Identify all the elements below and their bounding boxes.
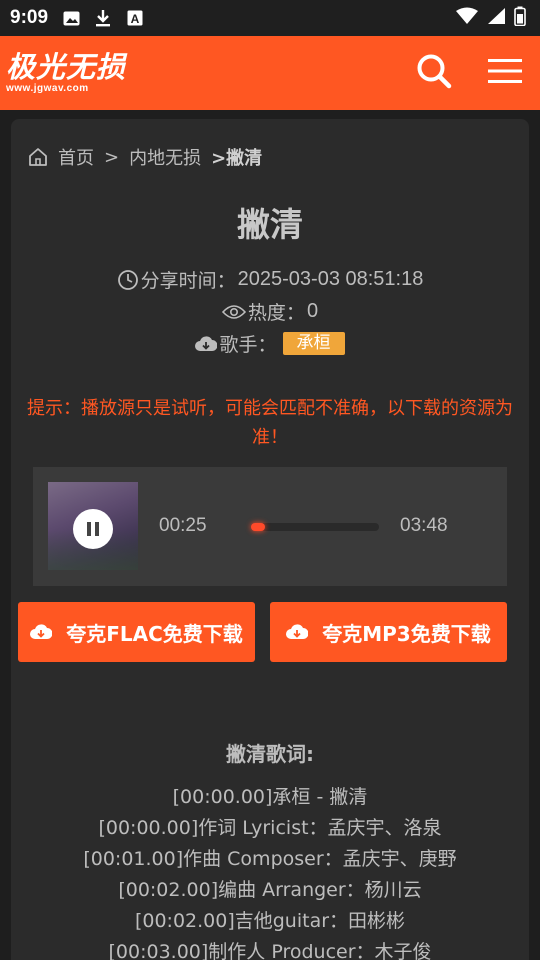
lyric-line: [00:02.00]吉他guitar：田彬彬 (134, 910, 406, 932)
menu-icon[interactable] (488, 58, 522, 88)
flac-download-button[interactable]: 夸克FLAC免费下载 (18, 602, 255, 662)
singer-label: 歌手： (219, 334, 277, 356)
total-time: 03:48 (400, 515, 448, 536)
heat-value: 0 (306, 300, 319, 322)
share-time-row: 分享时间： 2025-03-03 08:51:18 (0, 266, 540, 293)
flac-download-label: 夸克FLAC免费下载 (66, 621, 243, 646)
font-icon: A (126, 9, 144, 27)
site-logo[interactable]: 极光无损 www.jgwav.com (6, 52, 126, 94)
notice-text: 提示：播放源只是试听，可能会匹配不准确，以下载的资源为准！ (27, 398, 513, 448)
pause-icon (87, 522, 91, 536)
share-time-label: 分享时间： (140, 270, 236, 292)
logo-url: www.jgwav.com (6, 83, 89, 94)
progress-fill (251, 523, 266, 531)
image-icon (62, 9, 80, 27)
share-time-value: 2025-03-03 08:51:18 (237, 268, 424, 290)
heat-row: 热度： 0 (0, 298, 540, 325)
lyrics-list: [00:00.00]承桓 - 撇清 [00:00.00]作词 Lyricist：… (0, 782, 540, 960)
lyrics-title: 撇清歌词: (226, 742, 314, 766)
cloud-download-icon (30, 623, 53, 641)
breadcrumb-current: >撇清 (211, 148, 263, 169)
logo-title: 极光无损 (6, 50, 127, 84)
lyric-line: [00:00.00]作词 Lyricist：孟庆宇、洛泉 (98, 817, 442, 839)
heat-label: 热度： (247, 302, 305, 324)
audio-player: 00:25 03:48 (33, 467, 507, 586)
eye-icon (221, 304, 246, 320)
status-bar: 9:09 A (0, 0, 540, 36)
singer-row: 歌手： 承桓 (0, 330, 540, 357)
search-icon[interactable] (416, 53, 452, 93)
current-time: 00:25 (159, 515, 207, 536)
clock-icon (117, 269, 139, 291)
lyric-line: [00:02.00]编曲 Arranger：杨川云 (118, 879, 422, 901)
breadcrumb-category[interactable]: 内地无损 (129, 144, 201, 170)
mp3-download-label: 夸克MP3免费下载 (322, 621, 491, 646)
mp3-download-button[interactable]: 夸克MP3免费下载 (270, 602, 507, 662)
singer-tag[interactable]: 承桓 (282, 332, 345, 355)
signal-icon (486, 7, 506, 29)
wifi-icon (456, 7, 478, 29)
download-icon (94, 9, 112, 27)
pause-button[interactable] (73, 509, 113, 549)
battery-icon (514, 6, 526, 30)
breadcrumb-home[interactable]: 首页 (58, 144, 94, 170)
cloud-download-icon (286, 623, 309, 641)
status-time: 9:09 (10, 7, 49, 28)
svg-text:A: A (131, 12, 140, 26)
app-header: 极光无损 www.jgwav.com (0, 36, 540, 110)
progress-bar[interactable] (251, 523, 379, 531)
breadcrumb: 首页 > 内地无损 >撇清 (28, 143, 262, 171)
breadcrumb-separator: > (104, 146, 120, 168)
home-icon[interactable] (28, 147, 48, 167)
song-title: 撇清 (237, 205, 303, 244)
lyric-line: [00:01.00]作曲 Composer：孟庆宇、庚野 (83, 848, 457, 870)
cloud-download-icon (195, 335, 218, 353)
lyric-line: [00:03.00]制作人 Producer：木子俊 (108, 941, 432, 960)
lyric-line: [00:00.00]承桓 - 撇清 (172, 786, 368, 808)
